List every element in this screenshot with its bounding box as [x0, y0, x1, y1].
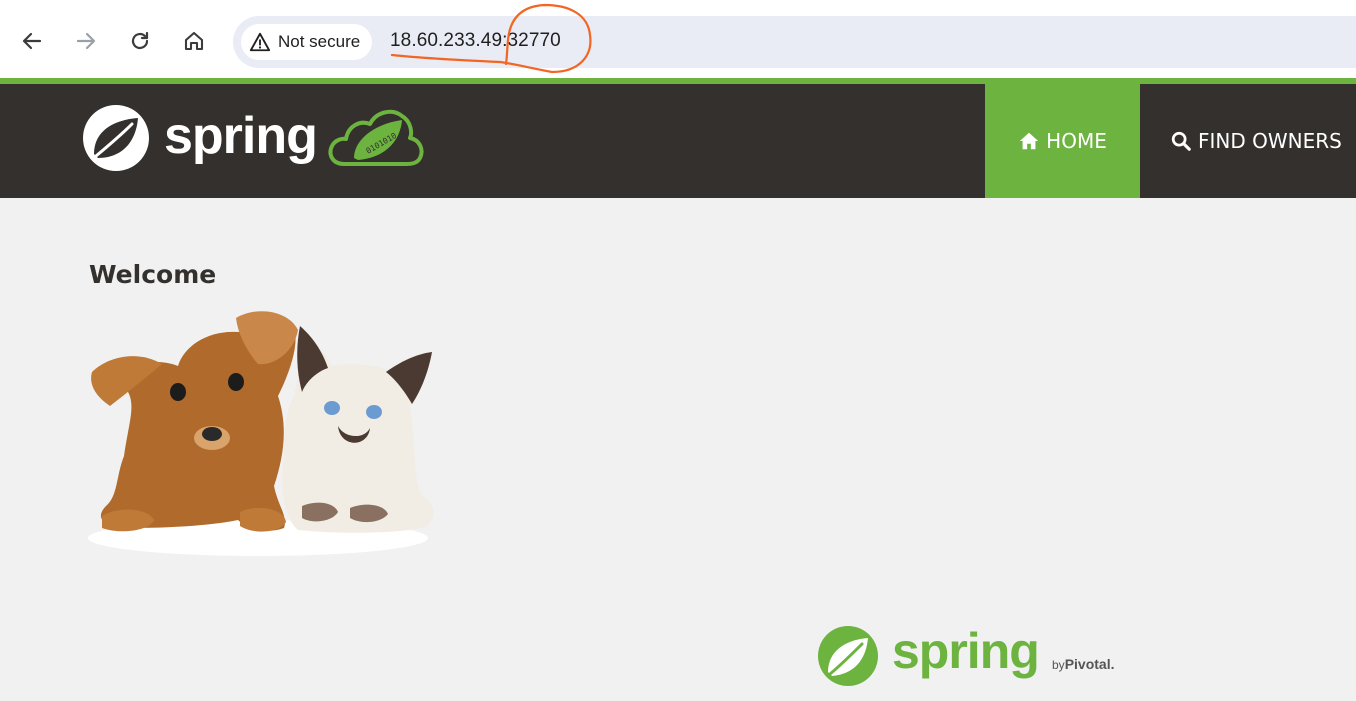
home-button[interactable] — [177, 24, 211, 58]
pets-image — [88, 311, 434, 556]
navbar: spring 0101010 HOME FIND OWNERS — [0, 84, 1356, 198]
warning-triangle-icon — [249, 32, 271, 52]
brand-text: spring — [164, 107, 318, 165]
home-icon — [184, 31, 204, 51]
kitten — [282, 326, 434, 533]
nav-home[interactable]: HOME — [985, 84, 1140, 198]
nav-home-label: HOME — [1046, 129, 1107, 153]
back-button[interactable] — [15, 24, 49, 58]
spring-logo[interactable]: spring 0101010 — [80, 100, 430, 185]
footer-logo[interactable]: spring byPivotal. — [816, 620, 1126, 690]
security-label: Not secure — [278, 32, 361, 51]
arrow-left-icon — [22, 32, 42, 50]
url-text[interactable]: 18.60.233.49:32770 — [390, 30, 561, 52]
arrow-right-icon — [76, 32, 96, 50]
search-icon — [1171, 131, 1191, 151]
footer-by-pivotal: byPivotal. — [1052, 656, 1114, 672]
reload-button[interactable] — [123, 24, 157, 58]
reload-icon — [131, 31, 149, 50]
nav-find-owners-label: FIND OWNERS — [1198, 129, 1342, 153]
footer-company: Pivotal. — [1064, 656, 1115, 672]
browser-toolbar: Not secure 18.60.233.49:32770 — [0, 0, 1356, 78]
security-chip[interactable]: Not secure — [241, 24, 373, 60]
footer-brand-text: spring — [892, 623, 1040, 679]
spring-leaf-icon — [818, 626, 878, 686]
spring-leaf-icon — [83, 105, 149, 171]
cloud-leaf-icon: 0101010 — [328, 109, 424, 166]
home-icon — [1019, 132, 1039, 150]
forward-button[interactable] — [69, 24, 103, 58]
address-bar[interactable]: Not secure 18.60.233.49:32770 — [233, 16, 1356, 68]
dog — [91, 311, 298, 532]
footer-by-label: by — [1052, 658, 1065, 672]
page-title: Welcome — [89, 260, 217, 289]
nav-find-owners[interactable]: FIND OWNERS — [1140, 84, 1356, 198]
